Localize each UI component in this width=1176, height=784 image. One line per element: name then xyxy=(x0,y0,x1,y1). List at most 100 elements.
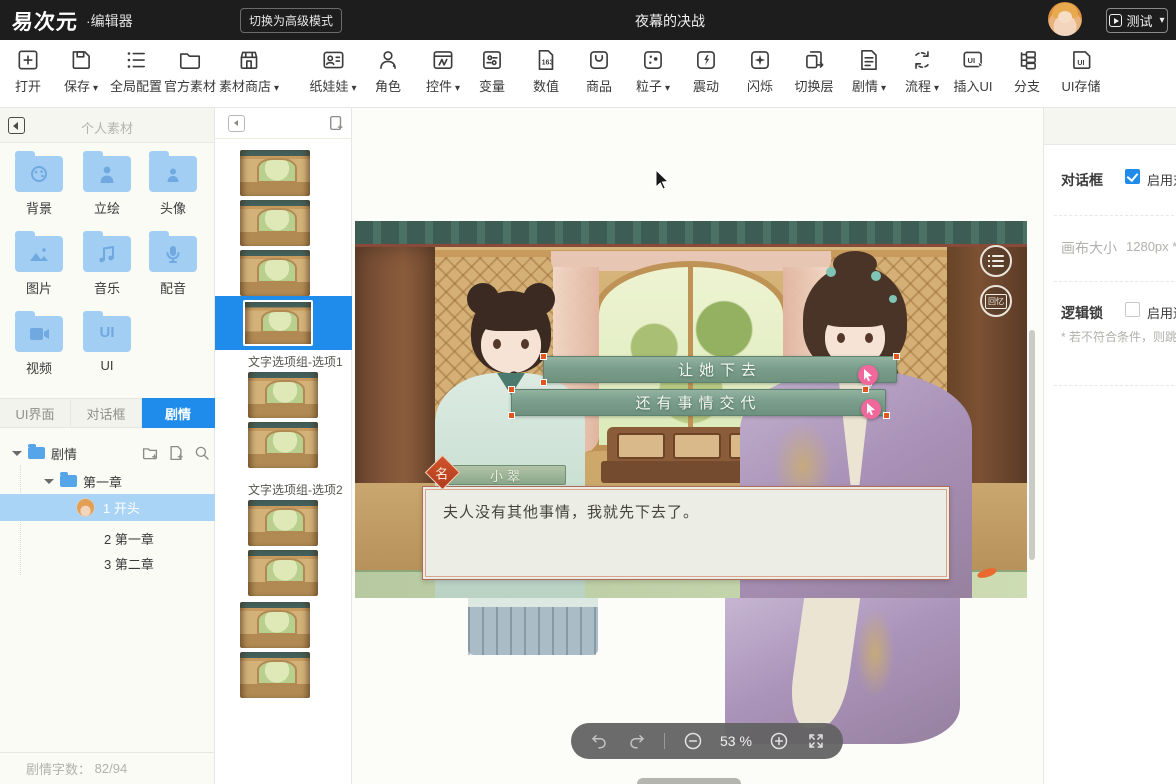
toolbar-item-open[interactable]: 打开 xyxy=(15,47,41,95)
canvas-zoom-toolbar: 53 % xyxy=(571,723,843,759)
scene-thumbnail-3[interactable] xyxy=(240,250,310,296)
toolbar-item-paper-doll[interactable]: 纸娃娃 xyxy=(309,47,356,95)
speaker-name-bar[interactable]: 小翠 xyxy=(448,465,566,485)
fullscreen-button[interactable] xyxy=(807,732,825,750)
option-group-label-2[interactable]: 文字选项组-选项2 xyxy=(248,481,343,498)
scene-thumbnail-1[interactable] xyxy=(240,150,310,196)
folder-portrait[interactable]: 立绘 xyxy=(74,156,140,217)
toolbar-item-global-config[interactable]: 全局配置 xyxy=(110,47,162,95)
enable-logic-lock-checkbox[interactable] xyxy=(1125,302,1140,317)
toolbar-item-variable[interactable]: 变量 xyxy=(479,47,505,95)
selection-handle[interactable] xyxy=(540,353,547,360)
canvas-horizontal-scrollbar[interactable] xyxy=(637,778,741,784)
zoom-out-button[interactable] xyxy=(683,731,703,751)
option-button-2[interactable]: 还有事情交代 xyxy=(511,389,886,416)
folder-image[interactable]: 图片 xyxy=(6,236,72,297)
toolbar-item-shake[interactable]: 震动 xyxy=(693,47,719,95)
toolbar-item-official-assets[interactable]: 官方素材 xyxy=(164,47,216,95)
toolbar-item-save[interactable]: 保存 xyxy=(64,47,98,95)
character-icon xyxy=(375,47,401,73)
toolbar-item-ui-storage[interactable]: UI UI存储 xyxy=(1061,47,1100,95)
scene-thumbnail-4-selected[interactable] xyxy=(243,300,313,346)
option-drag-handle-1[interactable] xyxy=(858,365,878,385)
selection-handle[interactable] xyxy=(862,386,869,393)
folder-voice[interactable]: 配音 xyxy=(140,236,206,297)
collapse-left-icon[interactable] xyxy=(228,115,245,132)
shake-icon xyxy=(693,47,719,73)
selection-handle[interactable] xyxy=(893,353,900,360)
user-avatar[interactable] xyxy=(1048,2,1082,36)
folder-avatar[interactable]: 头像 xyxy=(140,156,206,217)
zoom-in-button[interactable] xyxy=(769,731,789,751)
widget-icon xyxy=(430,47,456,73)
scene-thumbnail-2[interactable] xyxy=(240,200,310,246)
tree-item-episode-1[interactable]: 1 开头 xyxy=(0,494,215,521)
global-config-icon xyxy=(123,47,149,73)
test-button-label: 测试 xyxy=(1126,11,1152,30)
scene-thumbnail-8[interactable] xyxy=(248,550,318,596)
tree-item-episode-2[interactable]: 2 第一章 xyxy=(0,526,215,550)
folder-video[interactable]: 视频 xyxy=(6,316,72,377)
game-menu-button[interactable] xyxy=(980,245,1012,277)
toolbar-item-plot[interactable]: 剧情 xyxy=(852,47,886,95)
toolbar-item-character[interactable]: 角色 xyxy=(375,47,401,95)
character-madam-eye xyxy=(837,333,845,343)
option-group-label-1[interactable]: 文字选项组-选项1 xyxy=(248,353,343,370)
character-girl-eye xyxy=(521,339,529,349)
toolbar-item-widget[interactable]: 控件 xyxy=(426,47,460,95)
folder-music[interactable]: 音乐 xyxy=(74,236,140,297)
word-count-bar: 剧情字数： 82/94 xyxy=(0,752,214,784)
character-madam-jade-ornament xyxy=(889,295,897,303)
folder-ui[interactable]: UI UI xyxy=(74,316,140,373)
tab-plot[interactable]: 剧情 xyxy=(142,398,215,428)
enable-dialog-checkbox[interactable] xyxy=(1125,169,1140,184)
tree-item-episode-3[interactable]: 3 第二章 xyxy=(0,551,215,575)
toolbar-item-flow[interactable]: 流程 xyxy=(905,47,939,95)
toolbar-item-branch[interactable]: 分支 xyxy=(1014,47,1040,95)
option-drag-handle-2[interactable] xyxy=(861,399,881,419)
tab-dialog-box[interactable]: 对话框 xyxy=(71,398,142,428)
selection-handle[interactable] xyxy=(508,386,515,393)
add-folder-icon[interactable] xyxy=(141,444,159,462)
scene-thumbnail-6[interactable] xyxy=(248,422,318,468)
add-file-icon[interactable] xyxy=(167,444,185,462)
editor-canvas[interactable]: 让她下去 还有事情交代 名 小翠 夫人没有其他事情，我就先下去了。 xyxy=(352,108,1043,784)
scene-thumbnail-10[interactable] xyxy=(240,652,310,698)
scene-thumbnail-5[interactable] xyxy=(248,372,318,418)
test-button[interactable]: 测试 xyxy=(1106,8,1168,33)
tab-ui-interface[interactable]: UI界面 xyxy=(0,398,71,428)
game-history-button[interactable]: 回忆 xyxy=(980,285,1012,317)
zoom-level-value: 53 % xyxy=(720,733,752,749)
selection-handle[interactable] xyxy=(883,412,890,419)
scene-thumbnail-9[interactable] xyxy=(240,602,310,648)
top-bar: 易次元 ·编辑器 切换为高级模式 夜幕的决战 测试 xyxy=(0,0,1176,40)
toolbar-item-insert-ui[interactable]: UI 插入UI xyxy=(953,47,992,95)
enable-dialog-label: 启用对 xyxy=(1147,170,1176,189)
canvas-size-label: 画布大小 xyxy=(1061,238,1117,258)
search-icon[interactable] xyxy=(193,444,211,462)
selection-handle[interactable] xyxy=(508,412,515,419)
history-button-label: 回忆 xyxy=(985,294,1007,309)
character-madam-bangs xyxy=(817,297,893,327)
caret-expanded-icon xyxy=(44,479,54,484)
selection-handle[interactable] xyxy=(540,379,547,386)
toolbar-item-goods[interactable]: 商品 xyxy=(586,47,612,95)
undo-button[interactable] xyxy=(589,732,609,750)
folder-background[interactable]: 背景 xyxy=(6,156,72,217)
dialog-text-box[interactable]: 夫人没有其他事情，我就先下去了。 xyxy=(422,486,950,580)
tree-folder-chapter1[interactable]: 第一章 xyxy=(0,469,215,493)
scene-ceiling-band xyxy=(355,221,1027,247)
toolbar-item-flash[interactable]: 闪烁 xyxy=(747,47,773,95)
add-page-icon[interactable] xyxy=(327,114,345,132)
toolbar-item-numeric[interactable]: 163 数值 xyxy=(533,47,559,95)
toolbar-item-asset-store[interactable]: 素材商店 xyxy=(219,47,279,95)
canvas-vertical-scrollbar[interactable] xyxy=(1029,330,1035,560)
switch-advanced-mode-button[interactable]: 切换为高级模式 xyxy=(240,8,342,33)
redo-button[interactable] xyxy=(627,732,647,750)
scene-thumbnail-7[interactable] xyxy=(248,500,318,546)
save-icon xyxy=(68,47,94,73)
word-count-value: 82/94 xyxy=(95,761,128,776)
toolbar-item-particle[interactable]: 粒子 xyxy=(636,47,670,95)
option-button-1[interactable]: 让她下去 xyxy=(543,356,897,383)
toolbar-item-switch-layer[interactable]: 切换层 xyxy=(794,47,833,95)
